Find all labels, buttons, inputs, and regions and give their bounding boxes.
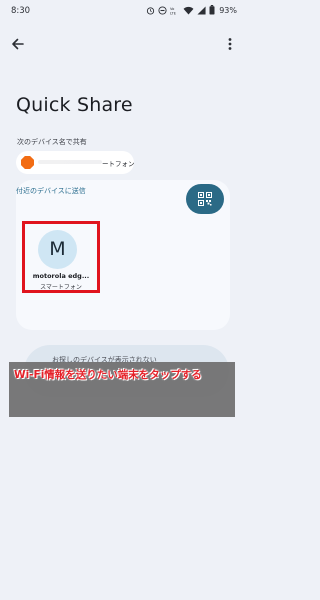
qr-code-button[interactable]: [186, 184, 224, 214]
arrow-back-icon: [12, 38, 24, 50]
wifi-icon: [183, 6, 194, 15]
nearby-devices-card: M motorola edg... スマートフォン: [16, 180, 230, 330]
device-badge-icon: [21, 156, 34, 169]
qr-code-icon: [198, 192, 212, 206]
battery-level: 93%: [219, 5, 237, 15]
share-as-label: 次のデバイス名で共有: [17, 138, 87, 146]
device-avatar: M: [38, 230, 77, 269]
more-vert-icon: [228, 38, 232, 50]
annotation-banner: Wi-Fi情報を送りたい端末をタップする: [9, 362, 235, 417]
device-name: motorola edg...: [32, 272, 90, 280]
nearby-send-label: 付近のデバイスに送信: [16, 187, 86, 195]
status-time: 8:30: [11, 6, 31, 16]
more-options-button[interactable]: [223, 34, 237, 54]
annotation-text: Wi-Fi情報を送りたい端末をタップする: [14, 369, 202, 381]
page-title: Quick Share: [16, 94, 133, 116]
dnd-icon: [158, 5, 167, 15]
alarm-icon: [147, 6, 155, 15]
device-name-chip[interactable]: ートフォン: [16, 151, 135, 174]
device-type: スマートフォン: [40, 284, 82, 291]
device-name-text: ートフォン: [102, 160, 135, 168]
svg-text:Vo: Vo: [170, 7, 174, 11]
device-tile-motorola[interactable]: M motorola edg... スマートフォン: [22, 221, 100, 293]
redacted-device-name: [38, 160, 102, 164]
status-icons: Vo LTE 93%: [146, 5, 237, 15]
volte-icon: Vo LTE: [170, 7, 177, 15]
signal-icon: [197, 5, 206, 15]
back-button[interactable]: [8, 34, 28, 54]
svg-text:LTE: LTE: [170, 11, 177, 15]
status-bar: 8:30 Vo LTE 93%: [0, 0, 245, 24]
battery-icon: [209, 5, 215, 15]
